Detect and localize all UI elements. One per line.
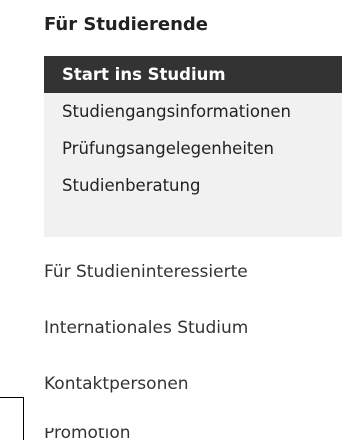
subnav-item-label: Start ins Studium: [62, 65, 226, 84]
sidebar-navigation: Für Studierende Start ins Studium Studie…: [0, 0, 342, 440]
subnav-item-studiengangsinformationen[interactable]: Studiengangsinformationen: [44, 93, 342, 130]
nav-item-fuer-studieninteressierte[interactable]: Für Studieninteressierte: [44, 258, 248, 286]
nav-item-kontaktpersonen[interactable]: Kontaktpersonen: [44, 370, 189, 398]
subnav-item-studienberatung[interactable]: Studienberatung: [44, 167, 342, 204]
subnav-item-label: Studienberatung: [62, 176, 201, 195]
nav-item-internationales-studium[interactable]: Internationales Studium: [44, 314, 248, 342]
subnav-item-pruefungsangelegenheiten[interactable]: Prüfungsangelegenheiten: [44, 130, 342, 167]
subnav-panel: Start ins Studium Studiengangsinformatio…: [44, 56, 342, 237]
nav-item-promotion[interactable]: Promotion: [44, 428, 131, 440]
section-title-fuer-studierende[interactable]: Für Studierende: [44, 14, 208, 35]
subnav-item-label: Prüfungsangelegenheiten: [62, 139, 274, 158]
subnav-item-label: Studiengangsinformationen: [62, 102, 292, 121]
frame-top-edge: [0, 397, 24, 398]
subnav-item-start-ins-studium[interactable]: Start ins Studium: [44, 56, 342, 93]
nav-item-label: Promotion: [44, 428, 131, 440]
frame-right-edge: [23, 397, 24, 440]
